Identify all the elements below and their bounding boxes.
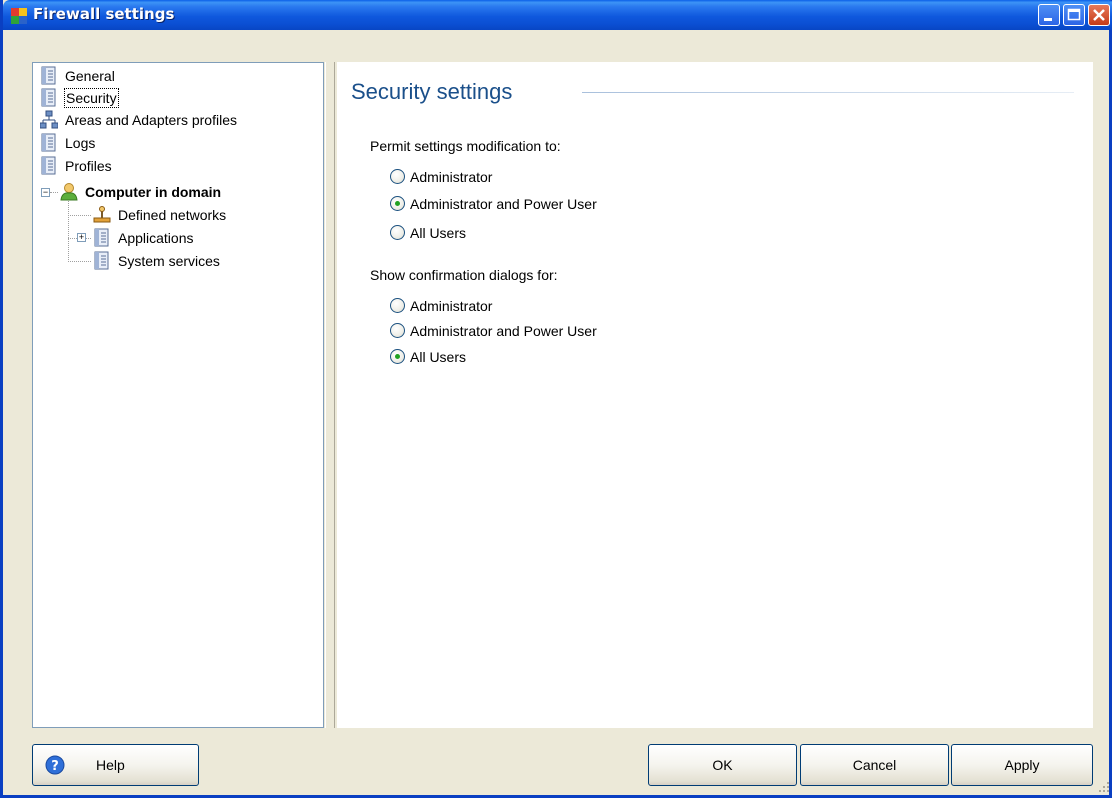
- help-icon: ?: [45, 755, 65, 775]
- confirm-group-label: Show confirmation dialogs for:: [370, 267, 558, 283]
- tree-item-label: Defined networks: [118, 207, 227, 223]
- tree-connector: [68, 215, 91, 216]
- radio-label: Administrator and Power User: [410, 196, 597, 212]
- radio-label: All Users: [410, 225, 467, 241]
- settings-tree[interactable]: General Security Areas and Adapters prof…: [32, 62, 324, 728]
- help-button-label: Help: [96, 757, 125, 773]
- radio-circle[interactable]: [390, 169, 405, 184]
- minimize-button[interactable]: [1038, 4, 1060, 26]
- document-icon: [41, 66, 56, 85]
- panel-splitter[interactable]: [325, 62, 335, 728]
- security-settings-panel: Security settings Permit settings modifi…: [337, 62, 1093, 728]
- resize-grip-icon[interactable]: [1097, 780, 1111, 794]
- tree-item-label: Applications: [118, 230, 194, 246]
- radio-label: Administrator: [410, 169, 493, 185]
- collapse-toggle[interactable]: −: [41, 188, 50, 197]
- close-button[interactable]: [1088, 4, 1110, 26]
- minimize-icon: [1044, 18, 1052, 21]
- title-divider: [582, 92, 1074, 93]
- tree-item-label: Profiles: [65, 158, 112, 174]
- tree-connector: [50, 192, 58, 193]
- radio-circle[interactable]: [390, 225, 405, 240]
- tree-item-label: General: [65, 68, 115, 84]
- network-icon: [40, 110, 58, 129]
- network-node-icon: [93, 206, 111, 223]
- radio-checked-dot: [395, 354, 400, 359]
- radio-circle[interactable]: [390, 298, 405, 313]
- ok-button[interactable]: OK: [648, 744, 797, 786]
- document-icon: [41, 133, 56, 152]
- document-icon: [94, 228, 109, 247]
- close-icon: [1093, 9, 1105, 21]
- document-icon: [41, 88, 56, 107]
- radio-circle-checked[interactable]: [390, 349, 405, 364]
- section-title: Security settings: [351, 79, 513, 104]
- radio-circle-checked[interactable]: [390, 196, 405, 211]
- radio-label: All Users: [410, 349, 467, 365]
- radio-circle[interactable]: [390, 323, 405, 338]
- tree-connector: [68, 201, 69, 262]
- tree-item-label: System services: [118, 253, 220, 269]
- tree-item-label: Computer in domain: [85, 184, 222, 200]
- maximize-button[interactable]: [1063, 4, 1085, 26]
- svg-text:?: ?: [51, 759, 59, 774]
- window-title: Firewall settings: [33, 5, 175, 23]
- firewall-settings-window: Firewall settings General Security Areas…: [0, 0, 1112, 798]
- tree-connector: [68, 261, 91, 262]
- expand-toggle[interactable]: +: [77, 233, 86, 242]
- title-bar[interactable]: Firewall settings: [3, 0, 1112, 30]
- radio-checked-dot: [395, 201, 400, 206]
- cancel-button[interactable]: Cancel: [800, 744, 949, 786]
- avg-logo-icon: [11, 8, 27, 24]
- radio-label: Administrator: [410, 298, 493, 314]
- document-icon: [41, 156, 56, 175]
- user-icon: [60, 183, 78, 201]
- tree-item-label: Logs: [65, 135, 96, 151]
- tree-item-label: Areas and Adapters profiles: [65, 112, 237, 128]
- apply-button[interactable]: Apply: [951, 744, 1093, 786]
- help-button[interactable]: ? Help: [32, 744, 199, 786]
- permit-group-label: Permit settings modification to:: [370, 138, 561, 154]
- maximize-icon: [1067, 8, 1081, 21]
- tree-item-label: Security: [64, 88, 119, 108]
- document-icon: [94, 251, 109, 270]
- radio-label: Administrator and Power User: [410, 323, 597, 339]
